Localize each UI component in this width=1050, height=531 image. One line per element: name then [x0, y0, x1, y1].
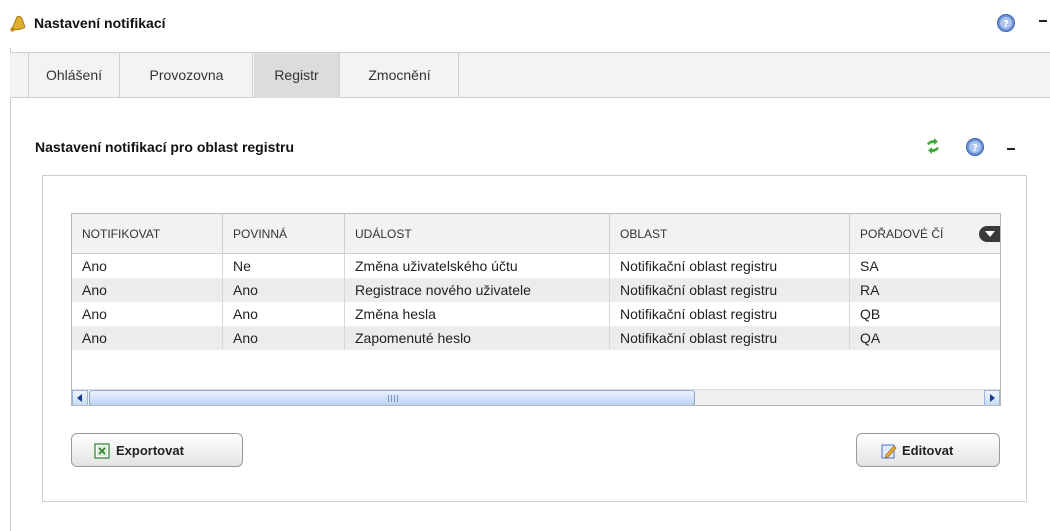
- tab-bar: Ohlášení Provozovna Registr Zmocnění: [10, 52, 1050, 98]
- table-row[interactable]: Ano Ano Registrace nového uživatele Noti…: [72, 278, 1000, 302]
- notification-settings-page: Nastavení notifikací ? Ohlášení Provozov…: [0, 0, 1050, 531]
- cell-udalost: Registrace nového uživatele: [345, 278, 610, 302]
- refresh-icon[interactable]: [923, 136, 943, 156]
- help-icon[interactable]: ?: [965, 137, 985, 157]
- table-header: NOTIFIKOVAT POVINNÁ UDÁLOST OBLAST POŘAD…: [72, 214, 1000, 254]
- cell-udalost: Změna hesla: [345, 302, 610, 326]
- scrollbar-thumb[interactable]: [89, 390, 695, 405]
- column-menu-button[interactable]: [979, 226, 1000, 242]
- edit-button-label: Editovat: [902, 443, 954, 458]
- cell-oblast: Notifikační oblast registru: [610, 278, 850, 302]
- cell-notifikovat: Ano: [72, 302, 223, 326]
- cell-notifikovat: Ano: [72, 254, 223, 278]
- cell-poradove-cislo: QA: [860, 330, 881, 346]
- tab-zmocneni[interactable]: Zmocnění: [341, 53, 459, 98]
- cell-udalost: Zapomenuté heslo: [345, 326, 610, 350]
- cell-oblast: Notifikační oblast registru: [610, 326, 850, 350]
- column-header-oblast[interactable]: OBLAST: [610, 214, 850, 254]
- export-button[interactable]: Exportovat: [71, 433, 243, 467]
- excel-icon: [94, 443, 110, 459]
- export-button-label: Exportovat: [116, 443, 184, 458]
- tab-provozovna[interactable]: Provozovna: [121, 53, 253, 98]
- svg-text:?: ?: [972, 143, 978, 154]
- column-header-udalost[interactable]: UDÁLOST: [345, 214, 610, 254]
- edit-button[interactable]: Editovat: [856, 433, 1000, 467]
- cell-notifikovat: Ano: [72, 326, 223, 350]
- scroll-left-button[interactable]: [72, 390, 88, 405]
- section-title: Nastavení notifikací pro oblast registru: [35, 139, 295, 155]
- cell-udalost: Změna uživatelského účtu: [345, 254, 610, 278]
- column-header-notifikovat[interactable]: NOTIFIKOVAT: [72, 214, 223, 254]
- minimize-icon[interactable]: [1039, 20, 1047, 22]
- page-header: Nastavení notifikací ?: [0, 0, 1050, 48]
- table-row[interactable]: Ano Ano Změna hesla Notifikační oblast r…: [72, 302, 1000, 326]
- table-row[interactable]: Ano Ne Změna uživatelského účtu Notifika…: [72, 254, 1000, 278]
- notification-table: NOTIFIKOVAT POVINNÁ UDÁLOST OBLAST POŘAD…: [71, 213, 1001, 406]
- table-row[interactable]: Ano Ano Zapomenuté heslo Notifikační obl…: [72, 326, 1000, 350]
- cell-povinna: Ano: [223, 302, 345, 326]
- cell-poradove-cislo: RA: [860, 282, 880, 298]
- scroll-right-button[interactable]: [984, 390, 1000, 405]
- column-header-povinna[interactable]: POVINNÁ: [223, 214, 345, 254]
- cell-povinna: Ne: [223, 254, 345, 278]
- cell-poradove-cislo: SA: [860, 258, 879, 274]
- cell-povinna: Ano: [223, 326, 345, 350]
- horizontal-scrollbar[interactable]: [72, 389, 1000, 405]
- help-icon[interactable]: ?: [996, 13, 1016, 33]
- minimize-icon[interactable]: [1007, 148, 1015, 150]
- edit-icon: [881, 444, 897, 459]
- cell-oblast: Notifikační oblast registru: [610, 254, 850, 278]
- cell-oblast: Notifikační oblast registru: [610, 302, 850, 326]
- tab-registr[interactable]: Registr: [254, 53, 340, 98]
- cell-notifikovat: Ano: [72, 278, 223, 302]
- tab-ohlaseni[interactable]: Ohlášení: [28, 53, 120, 98]
- page-title: Nastavení notifikací: [34, 15, 166, 31]
- cell-povinna: Ano: [223, 278, 345, 302]
- bell-icon: [10, 15, 26, 32]
- chevron-down-icon: [985, 231, 995, 237]
- cell-poradove-cislo: QB: [860, 306, 881, 322]
- svg-text:?: ?: [1003, 19, 1009, 30]
